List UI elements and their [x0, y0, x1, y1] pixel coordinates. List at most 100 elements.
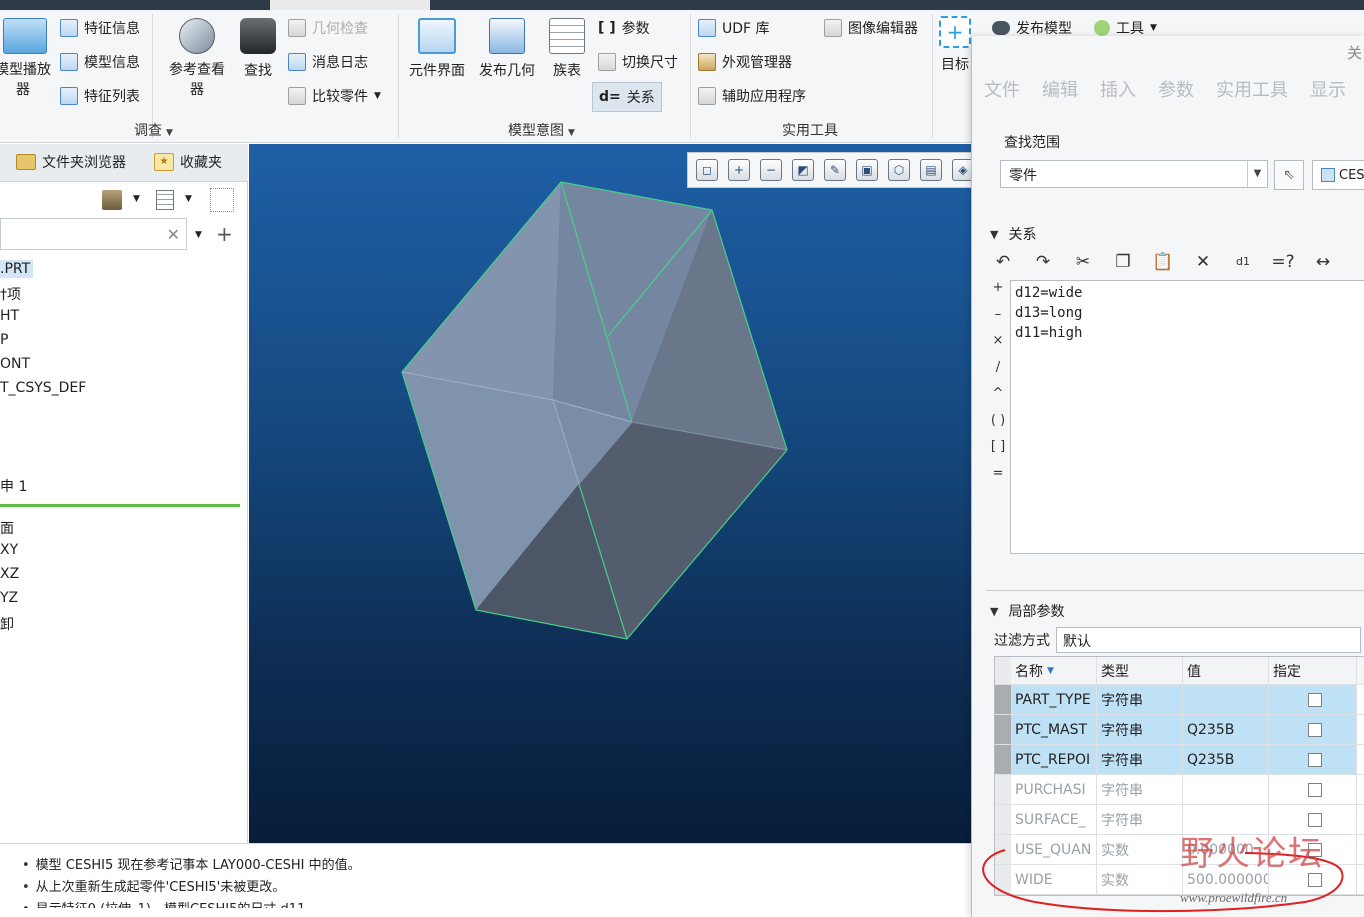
insert-here-marker[interactable] [0, 504, 240, 507]
zoom-out-icon[interactable]: − [760, 159, 782, 181]
tree-item[interactable]: 申 1 [0, 476, 27, 496]
chevron-down-icon[interactable]: ▼ [133, 194, 140, 204]
tree-item[interactable]: ONT [0, 356, 30, 372]
scope-select[interactable]: 零件 ▼ [1000, 160, 1268, 188]
saved-views-icon[interactable]: ⬡ [888, 159, 910, 181]
tree-columns-icon[interactable] [156, 190, 174, 210]
dialog-close-button[interactable]: 关 [1347, 42, 1362, 63]
publish-model-button[interactable]: 发布模型 [992, 18, 1072, 38]
operator-multiply[interactable]: × [990, 333, 1006, 360]
menu-parameters[interactable]: 参数 [1158, 76, 1194, 106]
tree-item[interactable]: HT [0, 308, 19, 324]
tree-settings-icon[interactable] [102, 190, 122, 210]
compare-part-button[interactable]: 比较零件 ▼ [288, 86, 381, 106]
tree-item[interactable]: 面 [0, 518, 14, 538]
paste-icon[interactable]: 📋 [1150, 249, 1176, 275]
column-header-name[interactable]: 名称 ▼ [1011, 657, 1097, 684]
param-type-cell[interactable]: 字符串 [1097, 805, 1183, 834]
menu-edit[interactable]: 编辑 [1042, 76, 1078, 106]
operator-power[interactable]: ^ [990, 386, 1006, 413]
param-name-cell[interactable]: PURCHASI [1011, 775, 1097, 804]
tree-item[interactable]: XY [0, 542, 18, 558]
column-header-type[interactable]: 类型 [1097, 657, 1183, 684]
param-type-cell[interactable]: 实数 [1097, 865, 1183, 894]
operator-divide[interactable]: / [990, 360, 1006, 387]
designate-checkbox[interactable] [1307, 782, 1322, 797]
designate-checkbox[interactable] [1307, 842, 1322, 857]
table-row[interactable]: USE_QUAN 实数 0.000000 [995, 835, 1364, 865]
menu-utilities[interactable]: 实用工具 [1216, 76, 1288, 106]
param-type-cell[interactable]: 字符串 [1097, 685, 1183, 714]
local-params-section-header[interactable]: ▼ 局部参数 [990, 601, 1064, 621]
param-value-cell[interactable] [1183, 805, 1269, 834]
param-value-cell[interactable] [1183, 685, 1269, 714]
model-info-button[interactable]: 模型信息 [60, 52, 140, 72]
find-button[interactable]: 查找 [236, 18, 280, 80]
clear-icon[interactable]: ✕ [167, 225, 180, 244]
copy-icon[interactable]: ❐ [1110, 249, 1136, 275]
evaluate-icon[interactable]: =? [1270, 249, 1296, 275]
menu-display[interactable]: 显示 [1310, 76, 1346, 106]
tree-item[interactable]: T_CSYS_DEF [0, 380, 86, 396]
zoom-in-icon[interactable]: + [728, 159, 750, 181]
family-table-button[interactable]: 族表 [544, 18, 590, 80]
relations-section-header[interactable]: ▼ 关系 [990, 224, 1036, 244]
tree-item-part[interactable]: .PRT [0, 260, 34, 278]
operator-parens[interactable]: ( ) [990, 413, 1006, 440]
param-type-cell[interactable]: 实数 [1097, 835, 1183, 864]
pick-object-button[interactable]: ⇖ [1274, 160, 1304, 190]
model-intent-group-label[interactable]: 模型意图 ▼ [508, 120, 575, 140]
tree-item[interactable]: †项 [0, 284, 21, 304]
component-interface-button[interactable]: 元件界面 [404, 18, 470, 80]
table-row[interactable]: WIDE 实数 500.000000 [995, 865, 1364, 895]
switch-dimensions-button[interactable]: 切换尺寸 [598, 52, 678, 72]
param-value-cell[interactable]: 500.000000 [1183, 865, 1269, 894]
table-row[interactable]: PTC_REPOI 字符串 Q235B [995, 745, 1364, 775]
perspective-icon[interactable]: ✎ [824, 159, 846, 181]
tab-favorites[interactable]: ★ 收藏夹 [154, 152, 222, 172]
tree-item[interactable]: XZ [0, 566, 19, 582]
appearance-manager-button[interactable]: 外观管理器 [698, 52, 792, 72]
param-value-cell[interactable]: Q235B [1183, 745, 1269, 774]
publish-geometry-button[interactable]: 发布几何 [474, 18, 540, 80]
redo-icon[interactable]: ↷ [1030, 249, 1056, 275]
undo-icon[interactable]: ↶ [990, 249, 1016, 275]
feature-list-button[interactable]: 特征列表 [60, 86, 140, 106]
tree-item[interactable]: YZ [0, 590, 18, 606]
param-value-cell[interactable]: Q235B [1183, 715, 1269, 744]
table-row[interactable]: PTC_MAST 字符串 Q235B [995, 715, 1364, 745]
cut-icon[interactable]: ✂ [1070, 249, 1096, 275]
sash-divider[interactable] [986, 590, 1364, 591]
view-manager-icon[interactable]: ▤ [920, 159, 942, 181]
add-icon[interactable]: + [216, 222, 233, 246]
param-type-cell[interactable]: 字符串 [1097, 745, 1183, 774]
param-type-cell[interactable]: 字符串 [1097, 715, 1183, 744]
param-value-cell[interactable]: 0.000000 [1183, 835, 1269, 864]
tree-item[interactable]: P [0, 332, 8, 348]
designate-checkbox[interactable] [1307, 692, 1322, 707]
param-name-cell[interactable]: SURFACE_ [1011, 805, 1097, 834]
image-editor-button[interactable]: 图像编辑器 [824, 18, 918, 38]
operator-plus[interactable]: + [990, 280, 1006, 307]
param-value-cell[interactable] [1183, 775, 1269, 804]
table-row[interactable]: PART_TYPE 字符串 [995, 685, 1364, 715]
table-row[interactable]: PURCHASI 字符串 [995, 775, 1364, 805]
graphics-window[interactable]: ◻ + − ◩ ✎ ▣ ⬡ ▤ ◈ [249, 144, 971, 843]
scope-object-button[interactable]: CES [1312, 160, 1364, 190]
designate-checkbox[interactable] [1307, 722, 1322, 737]
tab-folder-browser[interactable]: 文件夹浏览器 [16, 152, 126, 172]
param-name-cell[interactable]: WIDE [1011, 865, 1097, 894]
param-name-cell[interactable]: PTC_REPOI [1011, 745, 1097, 774]
target-button[interactable]: + 目标 [938, 16, 972, 74]
repaint-icon[interactable]: ◩ [792, 159, 814, 181]
param-name-cell[interactable]: PART_TYPE [1011, 685, 1097, 714]
tree-item[interactable]: 卸 [0, 614, 14, 634]
table-row[interactable]: SURFACE_ 字符串 [995, 805, 1364, 835]
udf-library-button[interactable]: UDF 库 [698, 18, 770, 38]
designate-checkbox[interactable] [1307, 752, 1322, 767]
chevron-down-icon[interactable]: ▼ [185, 194, 192, 204]
model-player-button[interactable]: 模型播放器 [0, 18, 56, 100]
parameters-button[interactable]: [ ] 参数 [598, 18, 650, 38]
show-values-icon[interactable]: d1 [1230, 249, 1256, 275]
aux-applications-button[interactable]: 辅助应用程序 [698, 86, 806, 106]
